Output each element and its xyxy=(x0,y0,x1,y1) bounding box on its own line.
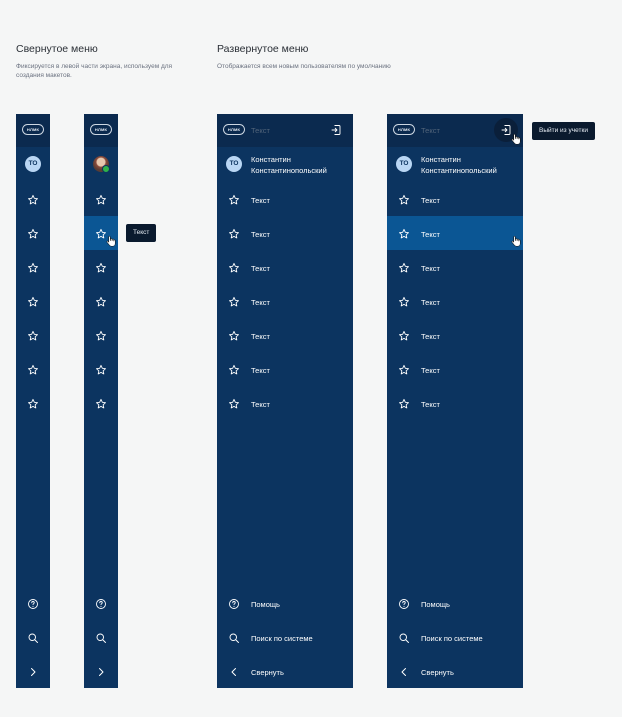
star-icon[interactable] xyxy=(228,262,240,274)
nlmk-logo[interactable]: НЛМК xyxy=(393,124,415,135)
menu-header: НЛМК xyxy=(16,114,50,147)
system-search-link[interactable]: Поиск по системе xyxy=(421,634,483,643)
chevron-left-icon[interactable] xyxy=(398,666,410,678)
menu-item-label[interactable]: Текст xyxy=(421,366,440,375)
collapsed-menu: НЛМК ТО xyxy=(16,114,50,688)
menu-item-label[interactable]: Текст xyxy=(251,264,270,273)
star-icon[interactable] xyxy=(95,262,107,274)
collapsed-menu-title: Свернутое меню xyxy=(16,43,98,55)
search-icon[interactable] xyxy=(95,632,107,644)
chevron-right-icon[interactable] xyxy=(27,666,39,678)
menu-item-label[interactable]: Текст xyxy=(251,332,270,341)
search-input[interactable]: Текст xyxy=(421,126,440,135)
star-icon[interactable] xyxy=(228,364,240,376)
user-avatar-photo[interactable] xyxy=(93,156,110,173)
expanded-menu: НЛМК Текст ТО Константин Константинопольс… xyxy=(217,114,353,688)
menu-item-label[interactable]: Текст xyxy=(251,366,270,375)
nlmk-logo[interactable]: НЛМК xyxy=(90,124,112,135)
user-avatar[interactable]: ТО xyxy=(226,156,242,172)
star-icon[interactable] xyxy=(398,330,410,342)
search-icon[interactable] xyxy=(27,632,39,644)
nlmk-logo[interactable]: НЛМК xyxy=(22,124,44,135)
logout-tooltip: Выйти из учетки xyxy=(532,122,595,140)
user-last-name: Константинопольский xyxy=(251,166,327,175)
help-circle-icon[interactable] xyxy=(95,598,107,610)
help-link[interactable]: Помощь xyxy=(251,600,280,609)
menu-header: НЛМК xyxy=(84,114,118,147)
menu-item-label[interactable]: Текст xyxy=(251,230,270,239)
star-icon[interactable] xyxy=(27,398,39,410)
star-icon[interactable] xyxy=(27,228,39,240)
star-icon[interactable] xyxy=(228,296,240,308)
hand-cursor-icon xyxy=(106,235,116,247)
menu-item-tooltip: Текст xyxy=(126,224,157,242)
menu-item-label[interactable]: Текст xyxy=(421,332,440,341)
star-icon[interactable] xyxy=(95,330,107,342)
collapse-button[interactable]: Свернуть xyxy=(421,668,454,677)
star-icon[interactable] xyxy=(95,398,107,410)
star-icon[interactable] xyxy=(95,364,107,376)
logout-icon[interactable] xyxy=(330,124,342,136)
menu-item-label[interactable]: Текст xyxy=(421,196,440,205)
help-circle-icon[interactable] xyxy=(27,598,39,610)
system-search-link[interactable]: Поиск по системе xyxy=(251,634,313,643)
collapsed-menu-description: Фиксируется в левой части экрана, исполь… xyxy=(16,63,173,79)
search-input[interactable]: Текст xyxy=(251,126,270,135)
hand-cursor-icon xyxy=(511,133,521,145)
star-icon[interactable] xyxy=(398,296,410,308)
star-icon[interactable] xyxy=(398,228,410,240)
star-icon[interactable] xyxy=(27,330,39,342)
collapsed-menu-hover: НЛМК xyxy=(84,114,118,688)
expanded-menu-description: Отображается всем новым пользователям по… xyxy=(217,63,391,70)
menu-item-label[interactable]: Текст xyxy=(251,196,270,205)
star-icon[interactable] xyxy=(27,194,39,206)
menu-item-label[interactable]: Текст xyxy=(251,298,270,307)
star-icon[interactable] xyxy=(228,228,240,240)
menu-item-label[interactable]: Текст xyxy=(421,400,440,409)
user-first-name: Константин xyxy=(421,155,461,164)
help-link[interactable]: Помощь xyxy=(421,600,450,609)
user-avatar[interactable]: ТО xyxy=(25,156,41,172)
star-icon[interactable] xyxy=(228,330,240,342)
star-icon[interactable] xyxy=(398,262,410,274)
star-icon[interactable] xyxy=(398,398,410,410)
star-icon[interactable] xyxy=(228,194,240,206)
online-status-dot xyxy=(102,165,110,173)
nlmk-logo[interactable]: НЛМК xyxy=(223,124,245,135)
user-name[interactable]: Константин Константинопольский xyxy=(251,154,327,176)
menu-item-label[interactable]: Текст xyxy=(251,400,270,409)
star-icon[interactable] xyxy=(27,262,39,274)
expanded-menu-title: Развернутое меню xyxy=(217,43,309,55)
star-icon[interactable] xyxy=(398,194,410,206)
menu-item-label[interactable]: Текст xyxy=(421,230,440,239)
hand-cursor-icon xyxy=(511,235,521,247)
star-icon[interactable] xyxy=(27,364,39,376)
search-icon[interactable] xyxy=(228,632,240,644)
collapse-button[interactable]: Свернуть xyxy=(251,668,284,677)
star-icon[interactable] xyxy=(398,364,410,376)
search-icon[interactable] xyxy=(398,632,410,644)
user-last-name: Константинопольский xyxy=(421,166,497,175)
menu-item-label[interactable]: Текст xyxy=(421,298,440,307)
expanded-menu-hover: НЛМК Текст ТО Константин Константинопольс… xyxy=(387,114,523,688)
star-icon[interactable] xyxy=(95,296,107,308)
user-name[interactable]: Константин Константинопольский xyxy=(421,154,497,176)
star-icon[interactable] xyxy=(95,194,107,206)
user-first-name: Константин xyxy=(251,155,291,164)
menu-item-label[interactable]: Текст xyxy=(421,264,440,273)
user-avatar[interactable]: ТО xyxy=(396,156,412,172)
chevron-right-icon[interactable] xyxy=(95,666,107,678)
star-icon[interactable] xyxy=(228,398,240,410)
menu-header: НЛМК Текст xyxy=(217,114,353,147)
star-icon[interactable] xyxy=(27,296,39,308)
chevron-left-icon[interactable] xyxy=(228,666,240,678)
help-circle-icon[interactable] xyxy=(398,598,410,610)
menu-header: НЛМК Текст xyxy=(387,114,523,147)
help-circle-icon[interactable] xyxy=(228,598,240,610)
